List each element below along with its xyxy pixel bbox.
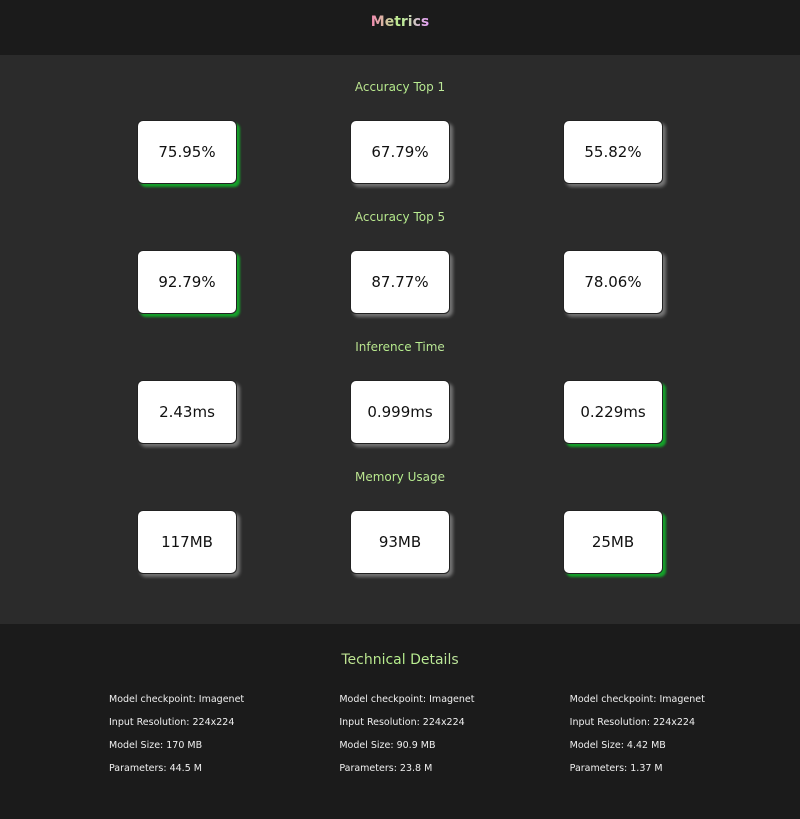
model-checkpoint: Model checkpoint: Imagenet bbox=[109, 694, 245, 705]
metric-card: 0.229ms bbox=[563, 380, 663, 444]
parameters: Parameters: 23.8 M bbox=[339, 763, 433, 774]
metric-card: 93MB bbox=[350, 510, 450, 574]
parameters: Parameters: 44.5 M bbox=[109, 763, 202, 774]
metric-card: 0.999ms bbox=[350, 380, 450, 444]
metric-card: 78.06% bbox=[563, 250, 663, 314]
input-resolution: Input Resolution: 224x224 bbox=[339, 717, 465, 728]
metric-group-inference-time: Inference Time 2.43ms 0.999ms 0.229ms bbox=[0, 339, 800, 469]
metric-title: Inference Time bbox=[0, 339, 800, 356]
model-details-column: Model checkpoint: Imagenet Input Resolut… bbox=[570, 694, 800, 786]
page-title: Metrics bbox=[370, 13, 430, 30]
metric-cards: 75.95% 67.79% 55.82% bbox=[0, 120, 800, 184]
metric-card: 2.43ms bbox=[137, 380, 237, 444]
metric-cards: 117MB 93MB 25MB bbox=[0, 510, 800, 574]
metric-card: 117MB bbox=[137, 510, 237, 574]
metric-card: 67.79% bbox=[350, 120, 450, 184]
model-size: Model Size: 170 MB bbox=[109, 740, 203, 751]
metric-cards: 2.43ms 0.999ms 0.229ms bbox=[0, 380, 800, 444]
metric-card: 25MB bbox=[563, 510, 663, 574]
model-size: Model Size: 4.42 MB bbox=[569, 740, 666, 751]
metric-cards: 92.79% 87.77% 78.06% bbox=[0, 250, 800, 314]
parameters: Parameters: 1.37 M bbox=[569, 763, 663, 774]
metric-group-accuracy-top1: Accuracy Top 1 75.95% 67.79% 55.82% bbox=[0, 79, 800, 209]
metric-card: 55.82% bbox=[563, 120, 663, 184]
model-details-column: Model checkpoint: Imagenet Input Resolut… bbox=[339, 694, 569, 786]
header: Metrics bbox=[0, 0, 800, 55]
metric-card: 87.77% bbox=[350, 250, 450, 314]
metric-title: Accuracy Top 1 bbox=[0, 79, 800, 96]
model-size: Model Size: 90.9 MB bbox=[339, 740, 436, 751]
model-checkpoint: Model checkpoint: Imagenet bbox=[339, 694, 475, 705]
input-resolution: Input Resolution: 224x224 bbox=[109, 717, 235, 728]
metric-title: Accuracy Top 5 bbox=[0, 209, 800, 226]
technical-details-title: Technical Details bbox=[0, 651, 800, 669]
technical-details: Technical Details Model checkpoint: Imag… bbox=[0, 624, 800, 819]
input-resolution: Input Resolution: 224x224 bbox=[569, 717, 696, 728]
metric-title: Memory Usage bbox=[0, 469, 800, 486]
metric-group-memory-usage: Memory Usage 117MB 93MB 25MB bbox=[0, 469, 800, 599]
metric-group-accuracy-top5: Accuracy Top 5 92.79% 87.77% 78.06% bbox=[0, 209, 800, 339]
technical-details-columns: Model checkpoint: Imagenet Input Resolut… bbox=[0, 694, 800, 786]
metric-card: 92.79% bbox=[137, 250, 237, 314]
model-checkpoint: Model checkpoint: Imagenet bbox=[569, 694, 705, 705]
model-details-column: Model checkpoint: Imagenet Input Resolut… bbox=[109, 694, 339, 786]
metric-card: 75.95% bbox=[137, 120, 237, 184]
metrics-panel: Accuracy Top 1 75.95% 67.79% 55.82% Accu… bbox=[0, 55, 800, 624]
